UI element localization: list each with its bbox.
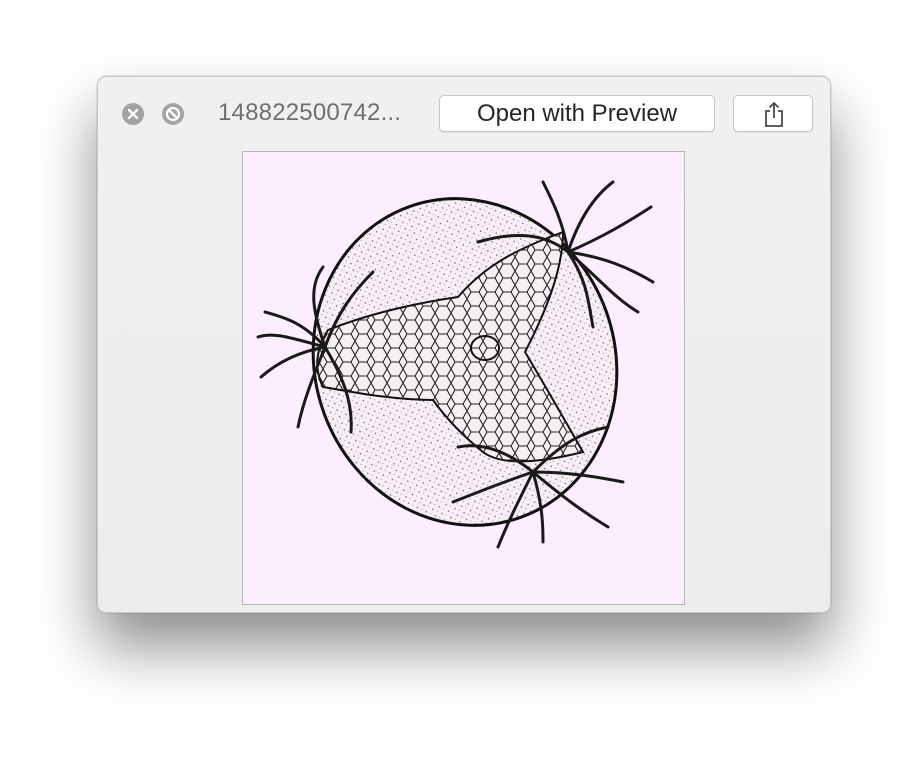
fullscreen-button[interactable] [162,103,184,125]
radiolarian-illustration [256,180,655,549]
share-icon [765,101,783,127]
close-icon [127,108,139,120]
title-bar: 148822500742... Open with Preview [98,77,830,149]
image-preview [242,151,685,605]
quicklook-window: 148822500742... Open with Preview [97,76,831,613]
share-button[interactable] [733,95,813,132]
window-title: 148822500742... [218,99,402,126]
open-with-preview-button[interactable]: Open with Preview [439,95,715,132]
fullscreen-icon [165,106,181,122]
close-button[interactable] [122,103,144,125]
